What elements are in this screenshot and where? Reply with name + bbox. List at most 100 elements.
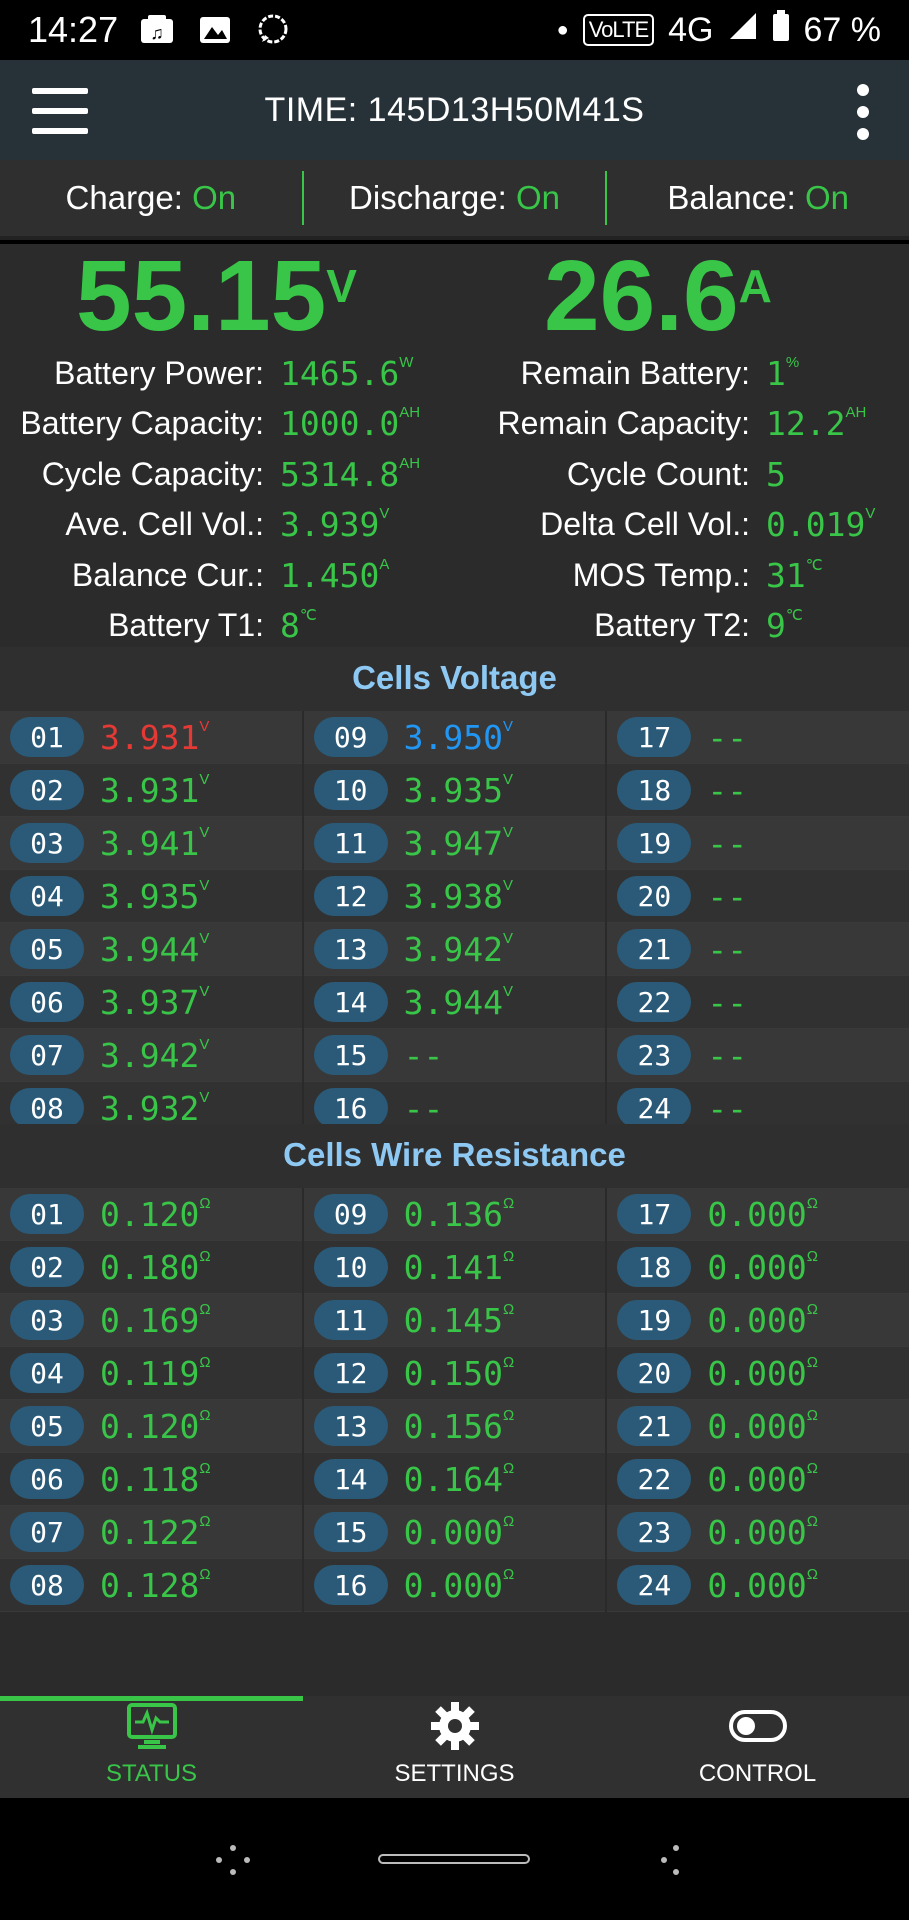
cell-item: 20 -- — [607, 870, 909, 923]
cell-number-badge: 03 — [10, 1300, 84, 1340]
info-value: 1465.6W — [280, 353, 414, 393]
cell-value: -- — [707, 876, 748, 916]
cell-number-badge: 15 — [313, 1035, 388, 1075]
cells-resistance-grid: 01 0.120Ω 02 0.180Ω 03 0.169Ω 04 0.119Ω 05 0.120Ω… — [0, 1188, 909, 1612]
cell-number-badge: 23 — [617, 1512, 692, 1552]
cell-item: 04 3.935V — [0, 870, 302, 923]
info-value: 0.019V — [766, 505, 876, 545]
cell-number-badge: 22 — [617, 982, 692, 1022]
cell-number-badge: 08 — [10, 1565, 84, 1605]
cell-value: 0.119Ω — [100, 1353, 211, 1393]
cell-value: 0.000Ω — [403, 1565, 515, 1605]
recents-button-icon[interactable] — [210, 1842, 256, 1878]
info-value: 8℃ — [280, 606, 317, 646]
cell-value: 3.932V — [100, 1088, 210, 1128]
cell-value: 3.942V — [403, 929, 514, 969]
cell-number-badge: 02 — [10, 770, 84, 810]
toggle-icon — [728, 1710, 787, 1742]
back-button-icon[interactable] — [652, 1842, 692, 1878]
cell-number-badge: 07 — [10, 1035, 84, 1075]
cell-column: 17 0.000Ω 18 0.000Ω 19 0.000Ω 20 0.000Ω 21 0.000Ω… — [607, 1188, 909, 1612]
cell-value: 0.128Ω — [100, 1565, 211, 1605]
menu-icon[interactable] — [32, 88, 88, 134]
cell-number-badge: 05 — [10, 1406, 84, 1446]
cell-value: 0.136Ω — [403, 1194, 515, 1234]
info-row: Battery Power: 1465.6W Remain Battery: 1% — [0, 348, 909, 399]
cell-value: 0.000Ω — [707, 1353, 818, 1393]
cell-value: 0.169Ω — [100, 1300, 211, 1340]
cell-item: 10 0.141Ω — [303, 1241, 606, 1294]
cell-item: 21 0.000Ω — [607, 1400, 909, 1453]
cell-number-badge: 01 — [10, 717, 84, 757]
cell-value: 0.122Ω — [100, 1512, 211, 1552]
cell-number-badge: 20 — [617, 1353, 692, 1393]
info-label: Remain Battery: — [520, 354, 750, 391]
cell-value: 0.118Ω — [100, 1459, 211, 1499]
cell-item: 01 0.120Ω — [0, 1188, 302, 1241]
info-value: 31℃ — [766, 555, 823, 595]
cell-number-badge: 03 — [10, 823, 84, 863]
cell-item: 15 -- — [303, 1029, 606, 1082]
cell-number-badge: 16 — [313, 1088, 388, 1128]
info-label: Remain Capacity: — [497, 405, 750, 442]
cell-value: -- — [403, 1035, 444, 1075]
cell-number-badge: 16 — [313, 1565, 388, 1605]
cell-number-badge: 11 — [313, 823, 388, 863]
cell-number-badge: 19 — [617, 1300, 692, 1340]
cell-item: 06 0.118Ω — [0, 1453, 302, 1506]
cell-item: 05 0.120Ω — [0, 1400, 302, 1453]
cell-value: 0.000Ω — [707, 1459, 818, 1499]
nav-settings[interactable]: SETTINGS — [303, 1696, 606, 1798]
info-value: 5 — [766, 454, 786, 494]
cell-value: 0.156Ω — [403, 1406, 515, 1446]
battery-info-table: Battery Power: 1465.6W Remain Battery: 1% Ba… — [0, 348, 909, 651]
cell-item: 08 0.128Ω — [0, 1559, 302, 1612]
cell-item: 15 0.000Ω — [303, 1506, 606, 1559]
gear-icon — [430, 1702, 479, 1750]
cell-value: 3.944V — [403, 982, 514, 1022]
cell-column: 01 0.120Ω 02 0.180Ω 03 0.169Ω 04 0.119Ω 05 0.120Ω… — [0, 1188, 304, 1612]
cell-value: 3.950V — [403, 717, 514, 757]
cell-item: 21 -- — [607, 923, 909, 976]
cell-value: 3.937V — [100, 982, 210, 1022]
cell-number-badge: 01 — [10, 1194, 84, 1234]
charge-status: Charge: On — [65, 179, 237, 216]
nav-status[interactable]: STATUS — [0, 1696, 303, 1798]
cells-voltage-title: Cells Voltage — [0, 647, 909, 711]
cell-value: -- — [707, 1035, 748, 1075]
discharge-status: Discharge: On — [349, 179, 560, 216]
cell-column: 01 3.931V 02 3.931V 03 3.941V 04 3.935V 05 3.944V… — [0, 711, 304, 1135]
info-row: Balance Cur.: 1.450A MOS Temp.: 31℃ — [0, 550, 909, 601]
cell-value: 3.941V — [100, 823, 210, 863]
nav-settings-label: SETTINGS — [394, 1760, 515, 1787]
cell-item: 23 0.000Ω — [607, 1506, 909, 1559]
cell-number-badge: 23 — [617, 1035, 692, 1075]
cell-value: -- — [707, 717, 748, 757]
cell-value: 0.000Ω — [707, 1247, 818, 1287]
cell-item: 19 -- — [607, 817, 909, 870]
info-row: Cycle Capacity: 5314.8AH Cycle Count: 5 — [0, 449, 909, 500]
cells-resistance-title: Cells Wire Resistance — [0, 1124, 909, 1188]
cell-number-badge: 17 — [617, 1194, 692, 1234]
nav-control[interactable]: CONTROL — [606, 1696, 909, 1798]
cell-number-badge: 04 — [10, 1353, 84, 1393]
cell-value: 0.000Ω — [707, 1406, 818, 1446]
cell-number-badge: 04 — [10, 876, 84, 916]
more-options-icon[interactable] — [853, 84, 873, 140]
info-value: 9℃ — [766, 606, 803, 646]
nav-control-label: CONTROL — [698, 1760, 817, 1787]
cell-number-badge: 07 — [10, 1512, 84, 1552]
cell-value: -- — [707, 770, 748, 810]
info-value: 3.939V — [280, 505, 390, 545]
info-value: 1.450A — [280, 555, 390, 595]
home-button[interactable] — [378, 1854, 530, 1864]
cell-value: 3.947V — [403, 823, 514, 863]
cell-number-badge: 10 — [313, 770, 388, 810]
info-value: 1% — [766, 353, 800, 393]
info-label: Cycle Capacity: — [41, 455, 264, 492]
cell-value: 0.000Ω — [707, 1565, 818, 1605]
cells-voltage-grid: 01 3.931V 02 3.931V 03 3.941V 04 3.935V 05 3.944V… — [0, 711, 909, 1135]
cell-number-badge: 24 — [617, 1088, 692, 1128]
cell-item: 17 -- — [607, 711, 909, 764]
cell-item: 20 0.000Ω — [607, 1347, 909, 1400]
